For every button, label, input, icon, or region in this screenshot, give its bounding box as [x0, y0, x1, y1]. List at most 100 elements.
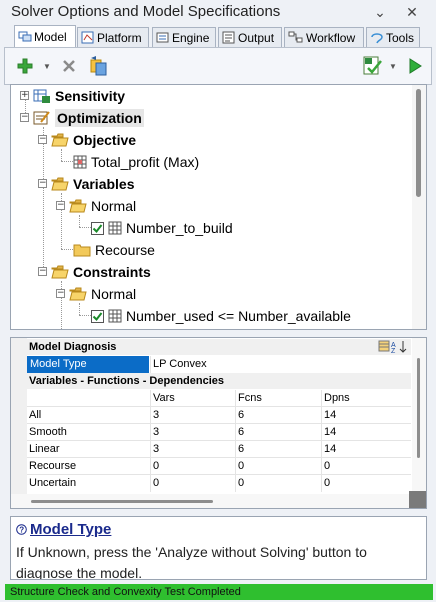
tab-label: Workflow [306, 30, 356, 45]
delete-button[interactable] [57, 54, 81, 78]
add-dropdown[interactable]: ▼ [43, 62, 51, 71]
analyze-dropdown[interactable]: ▼ [389, 62, 397, 71]
title-bar: Solver Options and Model Specifications … [0, 0, 436, 24]
help-text: If Unknown, press the 'Analyze without S… [16, 544, 367, 580]
tree-node-objective-item[interactable]: Total_profit (Max) [73, 151, 199, 173]
scrollbar-thumb[interactable] [416, 89, 421, 197]
column-header: Vars [153, 392, 175, 404]
help-icon: ? [16, 524, 27, 535]
dpns-cell: 14 [324, 426, 337, 438]
sort-az-icon[interactable]: AZ [378, 340, 408, 355]
analyze-button[interactable] [361, 54, 385, 78]
column-header [27, 390, 149, 407]
platform-icon [81, 31, 94, 44]
tab-label: Output [238, 30, 275, 45]
fcns-cell: 6 [238, 426, 245, 438]
grid-divider [27, 406, 411, 407]
prop-value: LP Convex [153, 358, 207, 370]
tree-node-optimization[interactable]: Optimization [33, 107, 144, 129]
tree-node-variables[interactable]: Variables [51, 173, 135, 195]
folder-open-icon [69, 199, 87, 213]
cell-grid-icon [108, 309, 122, 323]
row-label: All [29, 409, 42, 421]
tree-node-sensitivity[interactable]: Sensitivity [33, 85, 125, 107]
row-label: Linear [29, 443, 60, 455]
table-row[interactable]: Smooth 3 6 14 [11, 424, 411, 441]
tab-workflow[interactable]: Workflow [284, 27, 364, 47]
table-row[interactable]: Uncertain 0 0 0 [11, 475, 411, 492]
tree-node-var-item[interactable]: Number_to_build [91, 217, 233, 239]
chevron-down-icon[interactable]: ⌄ [370, 2, 390, 22]
toolbar: ▼ ▼ [4, 47, 432, 85]
dpns-cell: 0 [324, 460, 331, 472]
column-header: Fcns [238, 392, 262, 404]
cell-grid-icon [108, 221, 122, 235]
tree-node-label: Total_profit (Max) [91, 154, 200, 170]
tab-engine[interactable]: Engine [152, 27, 216, 47]
table-row[interactable]: Linear 3 6 14 [11, 441, 411, 458]
checkbox-checked-icon[interactable] [91, 309, 104, 323]
fcns-cell: 6 [238, 409, 245, 421]
category-model-diagnosis[interactable]: − Model Diagnosis [11, 339, 411, 355]
category-vfd[interactable]: − Variables - Functions - Dependencies [11, 373, 411, 389]
table-row[interactable]: Recourse 0 0 0 [11, 458, 411, 475]
tab-output[interactable]: Output [218, 27, 282, 47]
collapse-icon[interactable]: − [38, 135, 47, 144]
add-button[interactable] [13, 54, 37, 78]
expand-icon[interactable]: + [20, 91, 29, 100]
tree-node-label: Number_used <= Number_available [126, 308, 351, 324]
engine-icon [156, 32, 169, 43]
help-title[interactable]: ? Model Type [16, 521, 111, 538]
folder-open-icon [51, 177, 69, 191]
tab-label: Engine [172, 30, 210, 45]
solve-button[interactable] [403, 54, 427, 78]
tab-model[interactable]: Model [14, 25, 76, 47]
collapse-icon[interactable]: − [38, 179, 47, 188]
grid-divider [27, 440, 411, 441]
collapse-icon[interactable]: − [56, 289, 65, 298]
tab-tools[interactable]: Tools [366, 27, 420, 47]
grid-v-scrollbar[interactable] [412, 338, 426, 508]
collapse-icon[interactable]: − [38, 267, 47, 276]
tree-node-objective[interactable]: Objective [51, 129, 136, 151]
tree-node-label: Constraints [73, 264, 151, 280]
tree-node-label: Normal [91, 286, 137, 302]
grid-divider [27, 474, 411, 475]
tree-node-label: Variables [73, 176, 135, 192]
tree-node-label: Number_to_build [126, 220, 233, 236]
tree-node-con-item[interactable]: Number_used <= Number_available [91, 305, 351, 327]
tree-scrollbar[interactable] [412, 85, 426, 329]
help-pane: ? Model Type If Unknown, press the 'Anal… [10, 516, 427, 580]
tree-node-var-normal[interactable]: Normal [69, 195, 136, 217]
tree-node-con-normal[interactable]: Normal [69, 283, 136, 305]
vars-cell: 0 [153, 477, 160, 489]
model-tree: + Sensitivity − Optimization − Objective… [10, 84, 427, 330]
refresh-button[interactable] [87, 54, 111, 78]
folder-open-icon [51, 133, 69, 147]
grid-h-scrollbar[interactable] [11, 494, 411, 508]
table-row[interactable]: All 3 6 14 [11, 407, 411, 424]
scrollbar-thumb[interactable] [417, 358, 420, 458]
close-icon[interactable]: ✕ [402, 2, 422, 22]
vars-cell: 3 [153, 443, 160, 455]
tab-platform[interactable]: Platform [77, 27, 149, 47]
output-icon [222, 31, 235, 44]
category-label: Model Diagnosis [29, 341, 117, 353]
delete-icon [63, 60, 75, 72]
cell-grid-icon [73, 155, 87, 169]
tools-icon [371, 33, 383, 44]
row-label: Recourse [29, 460, 77, 472]
optimization-icon [33, 110, 51, 126]
tree-node-constraints[interactable]: Constraints [51, 261, 151, 283]
workflow-icon [288, 31, 303, 43]
scrollbar-thumb[interactable] [31, 500, 213, 503]
collapse-icon[interactable]: − [56, 201, 65, 210]
dpns-cell: 0 [324, 477, 331, 489]
tree-node-recourse[interactable]: Recourse [73, 239, 155, 261]
column-header: Dpns [324, 392, 350, 404]
prop-row-model-type[interactable]: Model Type LP Convex [11, 356, 411, 373]
checkbox-checked-icon[interactable] [91, 221, 104, 235]
grid-divider [27, 423, 411, 424]
dpns-cell: 14 [324, 443, 337, 455]
collapse-icon[interactable]: − [20, 113, 29, 122]
